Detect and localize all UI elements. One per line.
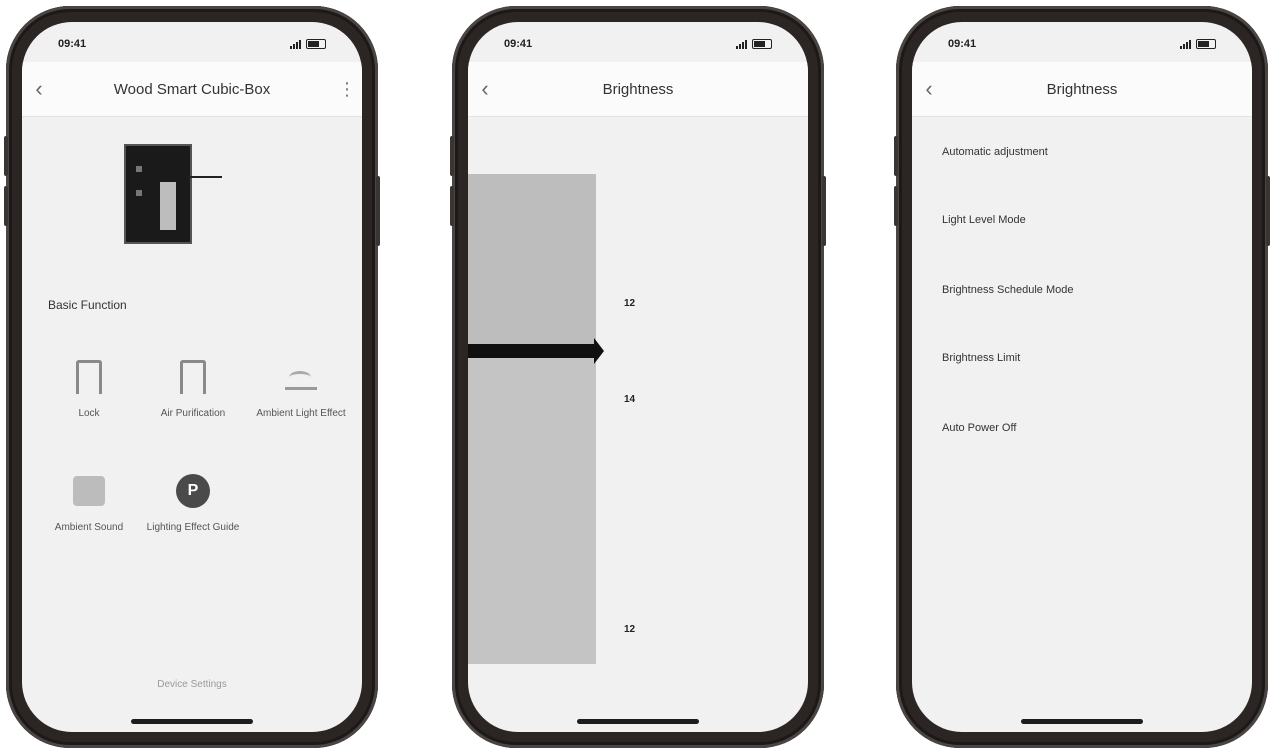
function-lighting-guide[interactable]: P Lighting Effect Guide [140,472,246,533]
volume-down-button [4,186,8,226]
battery-icon [1196,39,1216,49]
status-bar: 09:41 [948,36,1216,52]
status-bar: 09:41 [58,36,326,52]
phone-frame-1: 09:41 ‹ Wood Smart Cubic-Box ⋮ Basic Fun… [4,6,380,748]
phone-frame-2: 09:41 ‹ Brightness 12 14 12 [450,6,826,748]
home-indicator[interactable] [577,719,699,724]
volume-down-button [450,186,454,226]
screen-brightness-settings: 09:41 ‹ Brightness Automatic adjustment … [912,22,1252,732]
signal-icon [736,39,747,49]
status-time: 09:41 [948,38,977,50]
screen-brightness-slider: 09:41 ‹ Brightness 12 14 12 [468,22,808,732]
status-bar: 09:41 [504,36,772,52]
slider-pointer-icon [594,338,604,364]
signal-icon [1180,39,1191,49]
volume-up-button [450,136,454,176]
screen-device-home: 09:41 ‹ Wood Smart Cubic-Box ⋮ Basic Fun… [22,22,362,732]
page-title: Brightness [1046,80,1118,98]
section-title: Basic Function [48,298,127,312]
page-title: Brightness [602,80,674,98]
function-lock[interactable]: Lock [36,358,142,419]
device-callout-line [188,176,222,178]
volume-down-button [894,186,898,226]
tick-label: 12 [624,298,636,309]
function-label: Lighting Effect Guide [146,522,240,533]
device-indicator [136,190,142,196]
device-settings-button[interactable]: Device Settings [118,674,266,696]
brightness-slider[interactable] [468,174,604,664]
volume-up-button [4,136,8,176]
page-title: Wood Smart Cubic-Box [113,80,271,98]
nav-bar: ‹ Brightness [468,62,808,117]
device-indicator [136,166,142,172]
tick-label: 14 [624,394,636,405]
tick-label: 12 [624,624,636,635]
power-button [376,176,380,246]
slider-handle[interactable] [468,344,596,358]
square-icon [70,472,108,510]
battery-icon [752,39,772,49]
home-indicator[interactable] [1021,719,1143,724]
setting-item-schedule[interactable]: Brightness Schedule Mode [942,280,1222,300]
more-icon[interactable]: ⋮ [338,76,356,102]
chevron-left-icon[interactable]: ‹ [478,76,492,102]
signal-icon [290,39,301,49]
slider-track-upper [468,174,596,350]
power-button [1266,176,1270,246]
power-button [822,176,826,246]
setting-item-auto-adjust[interactable]: Automatic adjustment [942,142,1222,162]
circle-icon: P [174,472,212,510]
setting-item-auto-off[interactable]: Auto Power Off [942,418,1222,438]
function-ambient-sound[interactable]: Ambient Sound [36,472,142,533]
device-slot [160,182,176,230]
status-time: 09:41 [58,38,87,50]
nav-bar: ‹ Wood Smart Cubic-Box ⋮ [22,62,362,117]
function-label: Lock [78,408,100,419]
function-label: Ambient Light Effect [256,408,346,419]
device-image [124,144,192,244]
function-label: Ambient Sound [54,522,124,533]
door-icon [70,358,108,396]
function-ambient-light[interactable]: Ambient Light Effect [248,358,354,419]
function-air-purification[interactable]: Air Purification [140,358,246,419]
nav-bar: ‹ Brightness [912,62,1252,117]
volume-up-button [894,136,898,176]
home-indicator[interactable] [131,719,253,724]
setting-item-light-level[interactable]: Light Level Mode [942,210,1222,230]
door-icon [174,358,212,396]
function-label: Air Purification [160,408,226,419]
phone-frame-3: 09:41 ‹ Brightness Automatic adjustment … [894,6,1270,748]
status-time: 09:41 [504,38,533,50]
chevron-left-icon[interactable]: ‹ [32,76,46,102]
setting-item-limit[interactable]: Brightness Limit [942,348,1222,368]
chevron-left-icon[interactable]: ‹ [922,76,936,102]
battery-icon [306,39,326,49]
wave-icon [282,358,320,396]
